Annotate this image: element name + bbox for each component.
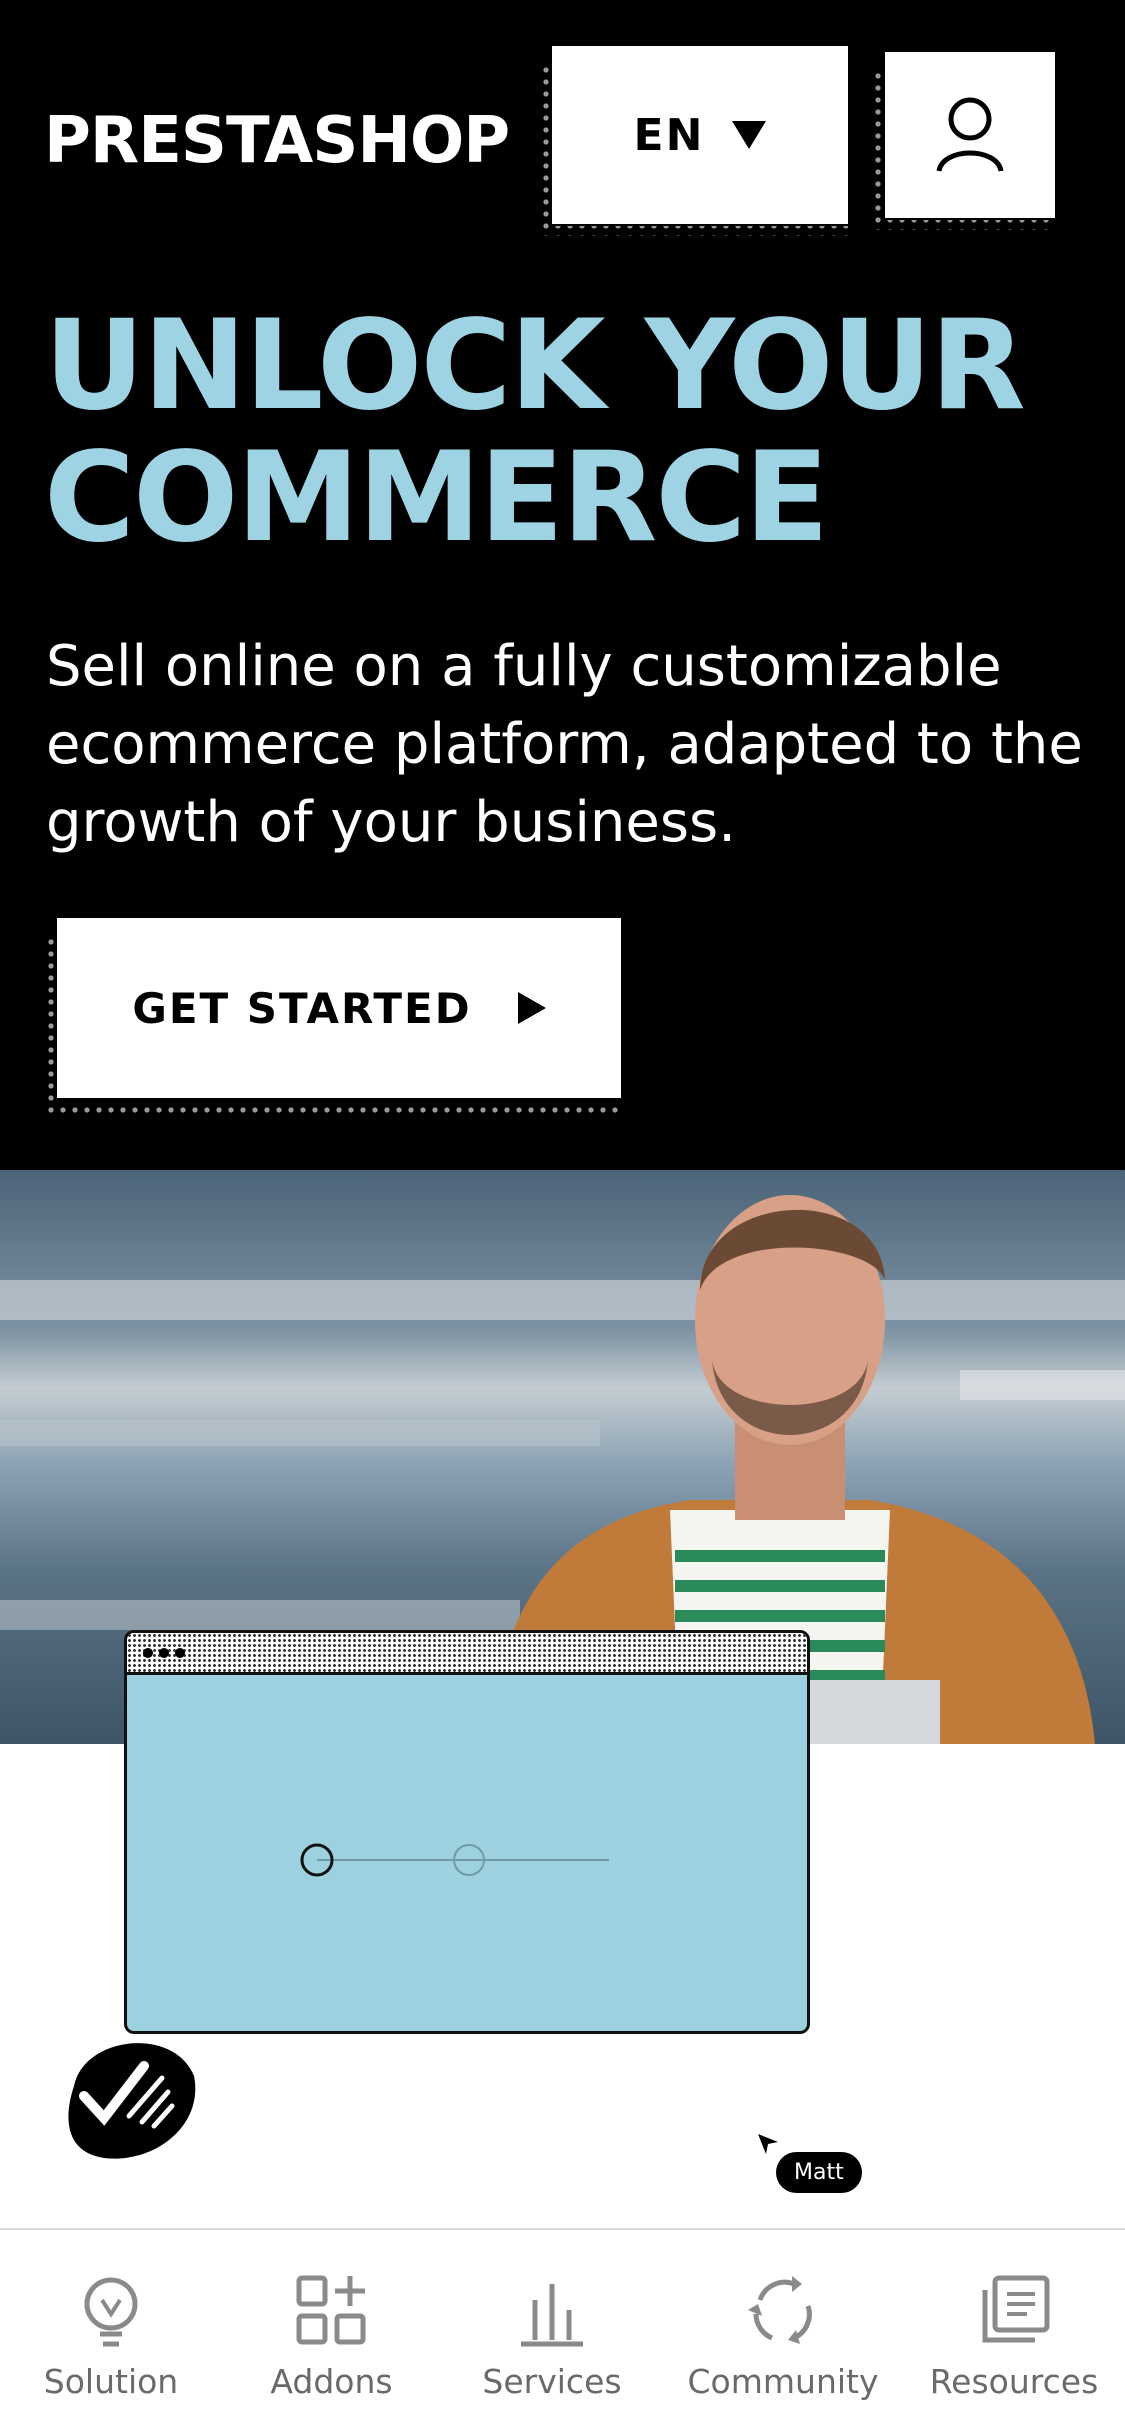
browser-window-illustration xyxy=(124,1630,810,2034)
nav-label: Resources xyxy=(929,2362,1099,2401)
window-dot xyxy=(175,1647,185,1658)
nav-item-addons[interactable]: Addons xyxy=(247,2270,417,2436)
nav-label: Solution xyxy=(43,2362,179,2401)
bottom-navigation: Solution Addons Services Community Resou… xyxy=(0,2228,1125,2436)
nav-label: Services xyxy=(482,2362,622,2401)
get-started-label: GET STARTED xyxy=(132,983,472,1033)
hero-title-line2: COMMERCE xyxy=(44,426,829,570)
cursor-name-tag: Matt xyxy=(776,2152,862,2193)
window-dot xyxy=(143,1647,153,1658)
caret-down-icon xyxy=(732,121,767,149)
addons-grid-icon xyxy=(296,2275,365,2345)
nav-item-services[interactable]: Services xyxy=(467,2270,637,2436)
pointer-cursor-icon xyxy=(758,2134,778,2154)
services-chart-icon xyxy=(521,2284,583,2347)
window-dot xyxy=(159,1647,169,1658)
lightbulb-icon xyxy=(84,2277,138,2347)
nav-label: Addons xyxy=(270,2362,393,2401)
user-icon xyxy=(936,97,1004,172)
account-button[interactable] xyxy=(885,52,1055,218)
nav-item-solution[interactable]: Solution xyxy=(26,2270,196,2436)
nav-item-community[interactable]: Community xyxy=(688,2270,879,2436)
nav-item-resources[interactable]: Resources xyxy=(929,2270,1099,2436)
nav-label: Community xyxy=(687,2362,879,2401)
play-arrow-icon xyxy=(517,992,546,1024)
hero-subtitle: Sell online on a fully customizable ecom… xyxy=(46,634,1083,855)
browser-title-bar xyxy=(127,1633,807,1675)
check-badge-icon[interactable] xyxy=(54,2026,200,2166)
language-selector[interactable]: EN xyxy=(552,46,848,224)
language-label: EN xyxy=(633,109,705,161)
prestashop-logo[interactable]: PRESTASHOP xyxy=(44,104,510,178)
resources-docs-icon xyxy=(982,2275,1050,2343)
get-started-button[interactable]: GET STARTED xyxy=(57,918,621,1098)
community-cycle-icon xyxy=(748,2276,812,2344)
hero-title-line1: UNLOCK YOUR xyxy=(44,294,1026,438)
progress-steps-illustration xyxy=(300,1843,609,1877)
hero-title: UNLOCK YOUR COMMERCE xyxy=(44,300,1084,564)
